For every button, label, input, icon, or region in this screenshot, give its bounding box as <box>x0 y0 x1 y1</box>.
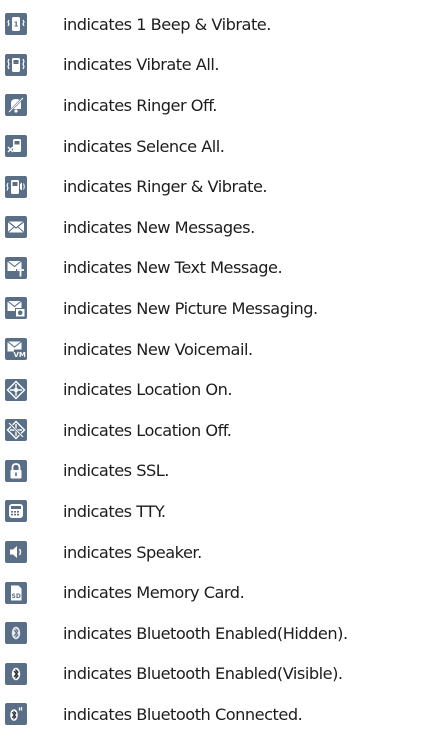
bluetooth-visible-icon <box>5 662 27 685</box>
legend-row-new-voicemail: VM indicates New Voicemail. <box>0 329 426 370</box>
new-voicemail-icon: VM <box>5 338 27 361</box>
svg-text:SD: SD <box>12 593 21 600</box>
legend-row-bluetooth-visible: indicates Bluetooth Enabled(Visible). <box>0 654 426 695</box>
location-off-icon <box>5 419 27 442</box>
legend-row-ssl: indicates SSL. <box>0 451 426 492</box>
legend-label: indicates Location Off. <box>63 420 232 440</box>
legend-label: indicates New Voicemail. <box>63 339 253 359</box>
svg-text:1: 1 <box>14 21 19 29</box>
svg-text:VM: VM <box>14 351 26 359</box>
tty-icon <box>5 500 27 523</box>
legend-label: indicates New Text Message. <box>63 258 283 278</box>
legend-label: indicates Vibrate All. <box>63 55 219 75</box>
ringer-vibrate-icon <box>5 175 27 198</box>
legend-label: indicates Ringer & Vibrate. <box>63 177 268 197</box>
legend-label: indicates Selence All. <box>63 136 225 156</box>
legend-row-bluetooth-hidden: indicates Bluetooth Enabled(Hidden). <box>0 613 426 654</box>
legend-row-ringer-off: indicates Ringer Off. <box>0 85 426 126</box>
ssl-lock-icon <box>5 459 27 482</box>
status-icon-legend: 1 indicates 1 Beep & Vibrate. indicates … <box>0 4 426 735</box>
legend-row-beep-vibrate: 1 indicates 1 Beep & Vibrate. <box>0 4 426 45</box>
legend-row-location-on: indicates Location On. <box>0 369 426 410</box>
bluetooth-hidden-icon <box>5 622 27 645</box>
new-picture-messaging-icon <box>5 297 27 320</box>
legend-label: indicates TTY. <box>63 501 166 521</box>
legend-row-bluetooth-connected: indicates Bluetooth Connected. <box>0 694 426 735</box>
legend-row-new-picture-messaging: indicates New Picture Messaging. <box>0 288 426 329</box>
beep-vibrate-icon: 1 <box>5 13 27 36</box>
legend-label: indicates SSL. <box>63 461 169 481</box>
legend-label: indicates Bluetooth Enabled(Hidden). <box>63 623 348 643</box>
legend-row-memory-card: SD indicates Memory Card. <box>0 572 426 613</box>
legend-label: indicates Speaker. <box>63 542 202 562</box>
location-on-icon <box>5 378 27 401</box>
silence-all-icon <box>5 135 27 158</box>
legend-row-new-messages: indicates New Messages. <box>0 207 426 248</box>
legend-label: indicates Ringer Off. <box>63 95 217 115</box>
legend-row-ringer-vibrate: indicates Ringer & Vibrate. <box>0 166 426 207</box>
legend-row-tty: indicates TTY. <box>0 491 426 532</box>
legend-label: indicates New Messages. <box>63 217 255 237</box>
new-messages-icon <box>5 216 27 239</box>
bluetooth-connected-icon <box>5 703 27 726</box>
ringer-off-icon <box>5 94 27 117</box>
legend-label: indicates Location On. <box>63 380 233 400</box>
vibrate-all-icon <box>5 53 27 76</box>
new-text-message-icon <box>5 256 27 279</box>
legend-label: indicates Bluetooth Connected. <box>63 704 303 724</box>
legend-label: indicates 1 Beep & Vibrate. <box>63 14 271 34</box>
legend-row-silence-all: indicates Selence All. <box>0 126 426 167</box>
legend-label: indicates New Picture Messaging. <box>63 298 318 318</box>
legend-row-vibrate-all: indicates Vibrate All. <box>0 45 426 86</box>
legend-label: indicates Bluetooth Enabled(Visible). <box>63 664 343 684</box>
speaker-icon <box>5 541 27 564</box>
memory-card-icon: SD <box>5 581 27 604</box>
legend-row-location-off: indicates Location Off. <box>0 410 426 451</box>
legend-row-speaker: indicates Speaker. <box>0 532 426 573</box>
legend-label: indicates Memory Card. <box>63 583 245 603</box>
legend-row-new-text-message: indicates New Text Message. <box>0 248 426 289</box>
